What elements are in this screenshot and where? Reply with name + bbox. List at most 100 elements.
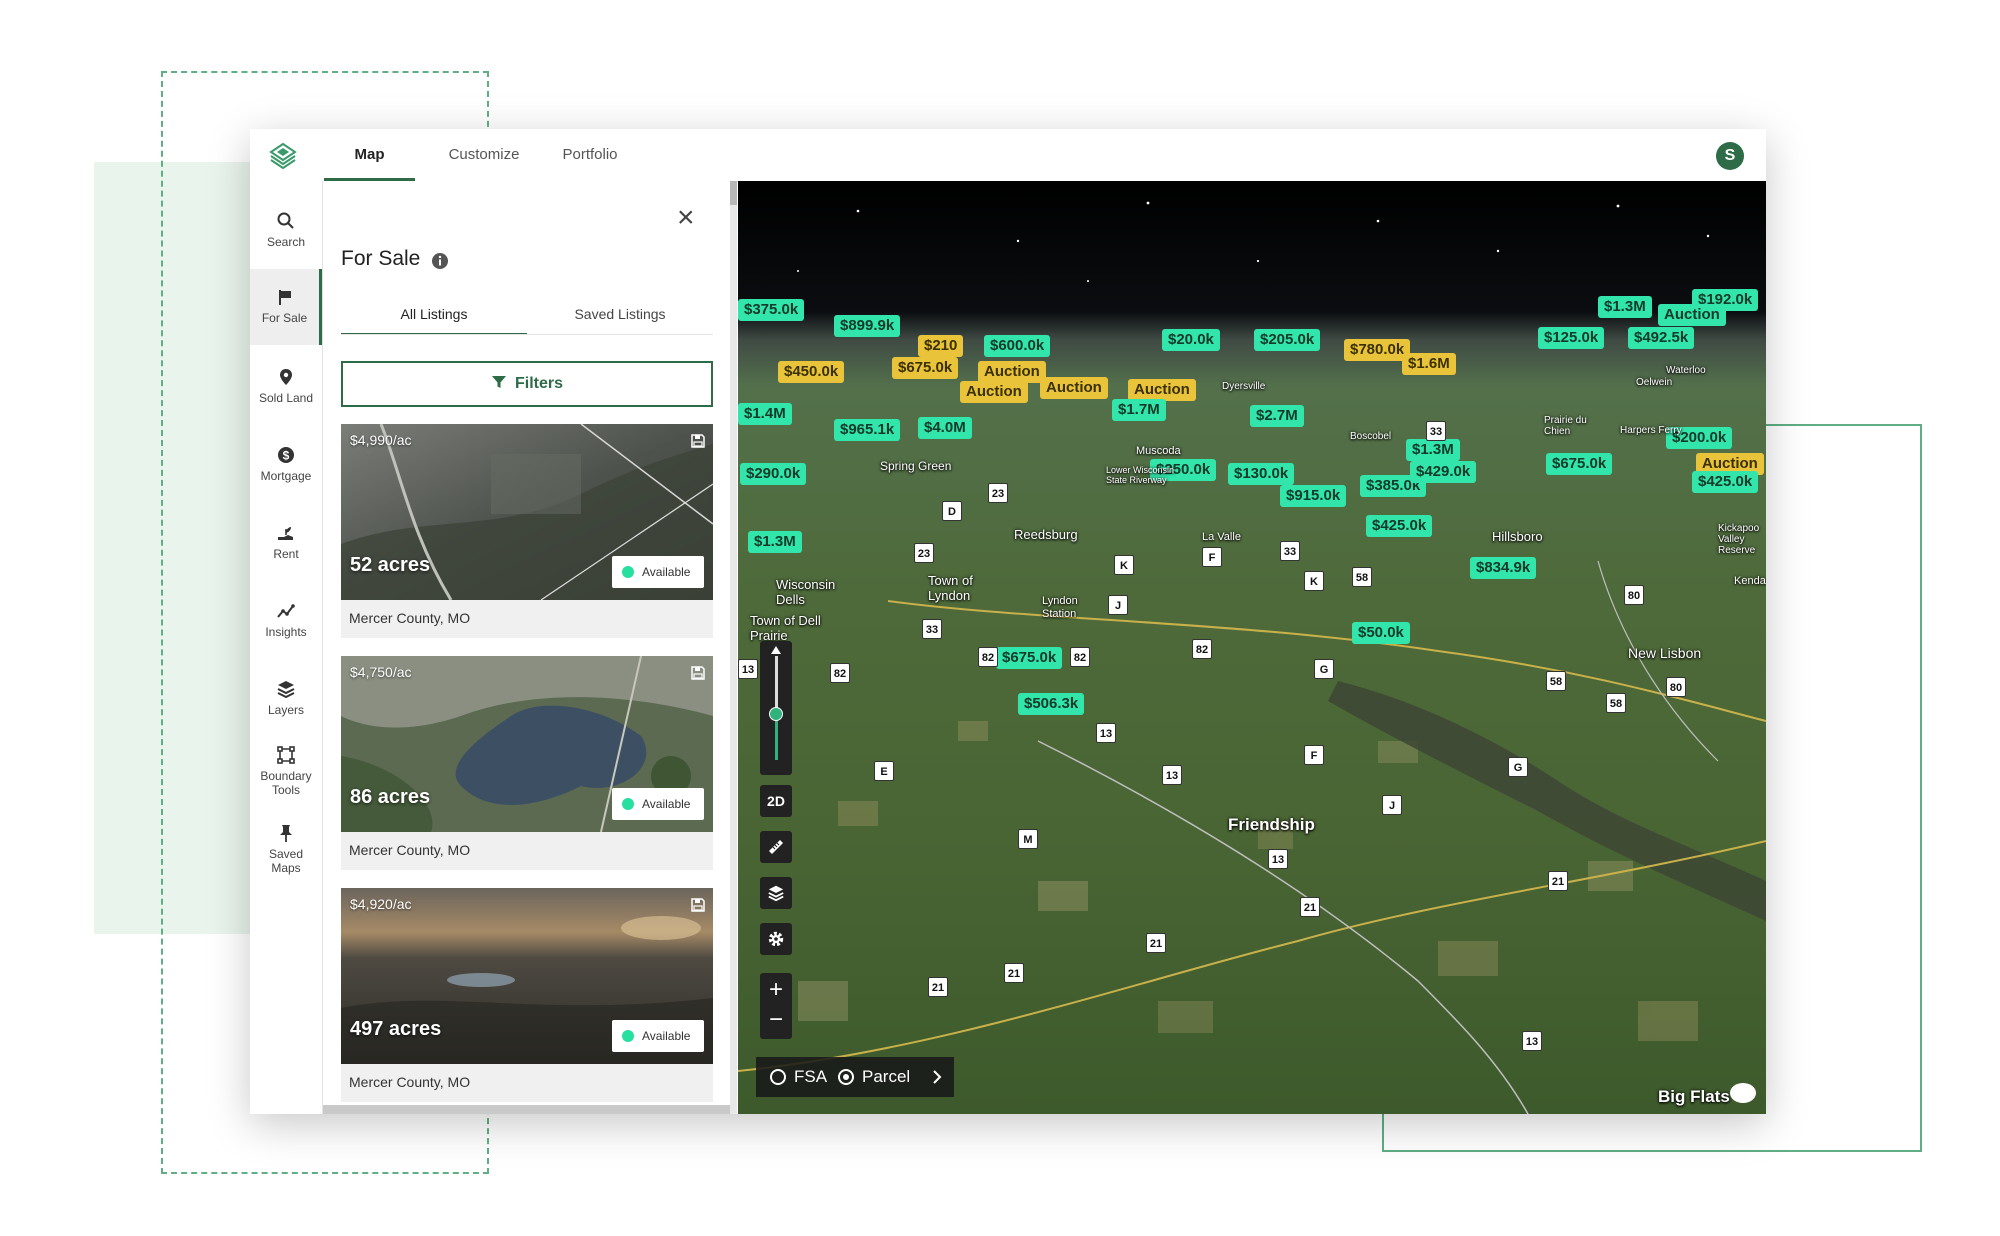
road-shield: J [1382,795,1402,815]
price-marker[interactable]: $4.0M [918,417,972,439]
save-listing-icon[interactable] [691,666,705,680]
filters-button[interactable]: Filters [341,361,713,407]
road-shield: 23 [988,483,1008,503]
road-shield: 33 [1280,541,1300,561]
tab-saved-listings[interactable]: Saved Listings [527,293,713,335]
sidebar-item-mortgage[interactable]: $ Mortgage [250,445,322,483]
price-marker[interactable]: $1.7M [1112,399,1166,421]
info-icon[interactable] [431,252,449,270]
radio-fsa[interactable] [770,1069,786,1085]
price-marker[interactable]: $425.0k [1366,515,1433,537]
tab-portfolio[interactable]: Portfolio [548,129,632,181]
radio-parcel[interactable] [838,1069,854,1085]
road-shield: 13 [738,659,758,679]
price-marker[interactable]: Auction [1128,379,1196,401]
trend-icon [277,604,295,618]
zoom-out-icon[interactable]: − [760,1006,792,1039]
price-marker[interactable]: $450.0k [778,361,845,383]
save-listing-icon[interactable] [691,434,705,448]
price-marker[interactable]: $290.0k [740,463,807,485]
map-view[interactable]: $375.0k $899.9k $1.3M $192.0k Auction $2… [738,181,1766,1114]
layers-button[interactable] [760,877,792,909]
zoom-in-icon[interactable]: + [760,973,792,1006]
listing-card[interactable]: $4,750/ac 86 acres Available Mercer Coun… [341,656,713,870]
user-avatar[interactable]: S [1716,142,1744,170]
road-shield: G [1314,659,1334,679]
sidebar-item-rent[interactable]: Rent [250,523,322,561]
tab-map[interactable]: Map [324,129,415,181]
filters-label: Filters [514,375,563,392]
town-label: Town of Lyndon [928,573,973,603]
town-label: La Valle [1202,531,1241,543]
price-marker[interactable]: $125.0k [1538,327,1605,349]
price-marker[interactable]: Auction [960,381,1028,403]
status-dot [622,798,634,810]
layer-toggle: FSA Parcel [756,1057,954,1097]
app-logo-icon[interactable] [268,141,298,171]
panel-scrollbar[interactable] [730,181,737,1114]
price-marker[interactable]: $780.0k [1344,339,1411,361]
app-window: Map Customize Portfolio S Search For Sal… [250,129,1766,1114]
price-marker[interactable]: $600.0k [984,335,1051,357]
town-label: Oelwein [1636,377,1673,388]
settings-button[interactable] [760,923,792,955]
price-marker[interactable]: $425.0k [1692,471,1759,493]
sidebar-item-boundary-tools[interactable]: Boundary Tools [250,745,322,797]
price-marker[interactable]: $130.0k [1228,463,1295,485]
chevron-right-icon[interactable] [932,1070,942,1084]
town-label: Hillsboro [1492,529,1543,544]
price-marker[interactable]: $1.6M [1402,353,1456,375]
price-marker[interactable]: $50.0k [1352,622,1410,644]
sidebar-item-layers[interactable]: Layers [250,679,322,717]
price-marker[interactable]: $210 [918,335,964,357]
town-label: Lyndon Station [1042,595,1078,620]
price-marker[interactable]: $20.0k [1162,329,1220,351]
sidebar-item-search[interactable]: Search [250,211,322,249]
sidebar-item-insights[interactable]: Insights [250,601,322,639]
save-listing-icon[interactable] [691,898,705,912]
sidebar-item-label: Boundary [260,769,312,783]
price-marker[interactable]: $834.9k [1470,557,1537,579]
price-marker[interactable]: $675.0k [996,647,1063,669]
price-marker[interactable]: $1.3M [748,531,802,553]
zoom-controls: + − [760,973,792,1039]
price-marker[interactable]: $965.1k [834,419,901,441]
price-marker[interactable]: $506.3k [1018,693,1085,715]
town-label: Kenda [1734,575,1766,587]
sidebar-item-saved-maps[interactable]: Saved Maps [250,823,322,875]
price-marker[interactable]: $2.7M [1250,405,1304,427]
price-marker[interactable]: $205.0k [1254,329,1321,351]
tilt-up-icon[interactable] [770,645,782,655]
measure-button[interactable] [760,831,792,863]
price-marker[interactable]: $492.5k [1628,327,1695,349]
sidebar-navigation: Search For Sale Sold Land $ Mortgage Ren… [250,181,323,1114]
price-marker[interactable]: Auction [978,361,1046,383]
sidebar-item-label-line2: Maps [271,861,301,875]
price-marker[interactable]: $899.9k [834,315,901,337]
price-marker[interactable]: $1.4M [738,403,792,425]
price-marker[interactable]: $1.3M [1598,296,1652,318]
close-icon[interactable]: × [677,203,695,233]
price-marker[interactable]: $915.0k [1280,485,1347,507]
chat-bubble-icon[interactable] [1730,1083,1756,1103]
sidebar-item-sold-land[interactable]: Sold Land [250,367,322,405]
listing-card[interactable]: $4,990/ac 52 acres Available Mercer Coun… [341,424,713,638]
panel-scrollbar-thumb[interactable] [730,181,737,205]
tab-all-listings[interactable]: All Listings [341,293,527,335]
road-shield: 82 [1192,639,1212,659]
status-dot [622,566,634,578]
zoom-slider-handle[interactable] [769,707,783,721]
status-label: Available [642,1029,691,1043]
toggle-2d-button[interactable]: 2D [760,785,792,817]
tab-customize[interactable]: Customize [434,129,534,181]
price-marker[interactable]: $1.3M [1406,439,1460,461]
listing-card[interactable]: $4,920/ac 497 acres Available Mercer Cou… [341,888,713,1102]
price-marker[interactable]: $429.0k [1410,461,1477,483]
price-marker[interactable]: $675.0k [892,357,959,379]
price-marker[interactable]: Auction [1658,304,1726,326]
sidebar-item-for-sale[interactable]: For Sale [250,269,322,345]
price-marker[interactable]: Auction [1040,377,1108,399]
town-label: Harpers Ferry [1620,425,1682,436]
price-marker[interactable]: $375.0k [738,299,805,321]
price-marker[interactable]: $675.0k [1546,453,1613,475]
